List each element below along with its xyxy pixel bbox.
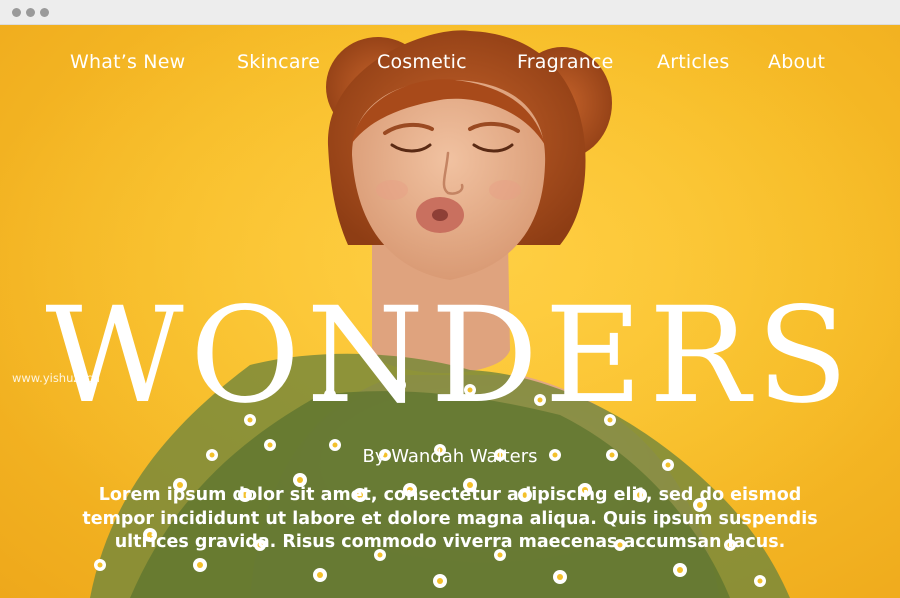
main-navigation: What’s New Skincare Cosmetic Fragrance A… — [0, 51, 900, 81]
nav-item-skincare[interactable]: Skincare — [237, 51, 320, 73]
hero-section: What’s New Skincare Cosmetic Fragrance A… — [0, 25, 900, 598]
window-control-dot-icon[interactable] — [12, 8, 21, 17]
window-control-dot-icon[interactable] — [40, 8, 49, 17]
nav-item-whats-new[interactable]: What’s New — [70, 51, 185, 73]
hero-title: WONDERS — [45, 279, 855, 433]
browser-window: What’s New Skincare Cosmetic Fragrance A… — [0, 0, 900, 598]
watermark: www.yishuzi.cn — [12, 371, 100, 385]
window-control-dot-icon[interactable] — [26, 8, 35, 17]
author-byline: By Wandah Walters — [362, 446, 538, 467]
nav-item-cosmetic[interactable]: Cosmetic — [377, 51, 467, 73]
nav-item-about[interactable]: About — [768, 51, 825, 73]
nav-item-articles[interactable]: Articles — [657, 51, 729, 73]
browser-title-bar — [0, 0, 900, 25]
hero-description: Lorem ipsum dolor sit amet, consectetur … — [82, 485, 818, 552]
nav-item-fragrance[interactable]: Fragrance — [517, 51, 614, 73]
